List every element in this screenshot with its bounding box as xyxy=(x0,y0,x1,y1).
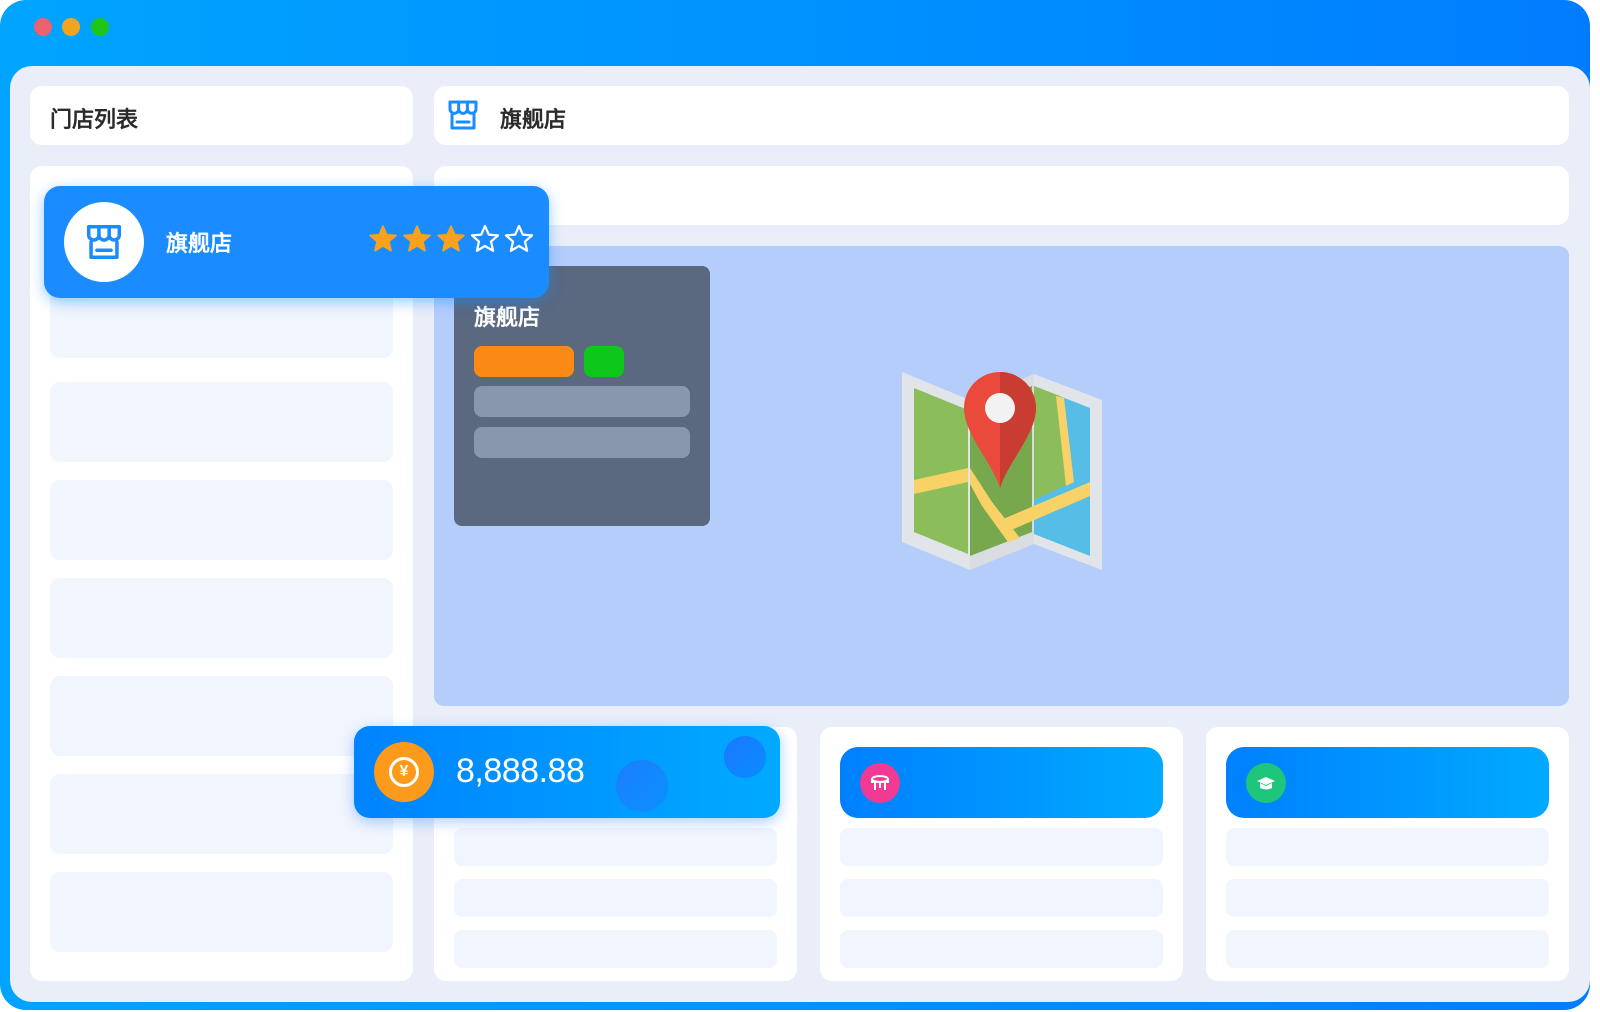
star-filled-icon[interactable] xyxy=(402,224,432,254)
list-item[interactable] xyxy=(50,774,393,854)
list-item xyxy=(840,828,1163,866)
selected-store-name: 旗舰店 xyxy=(166,232,233,257)
list-item xyxy=(840,930,1163,968)
list-item[interactable] xyxy=(50,480,393,560)
info-line-placeholder xyxy=(474,427,690,458)
store-icon xyxy=(446,98,480,137)
table-icon xyxy=(860,763,900,803)
star-empty-icon[interactable] xyxy=(504,224,534,254)
staff-header[interactable] xyxy=(1226,747,1549,818)
chef-hat-icon xyxy=(1246,763,1286,803)
info-line-placeholder xyxy=(474,386,690,417)
app-window: 门店列表 旗舰店 旗舰店 xyxy=(0,0,1590,1010)
list-item xyxy=(454,879,777,917)
list-item[interactable] xyxy=(50,578,393,658)
popup-title: 旗舰店 xyxy=(474,306,541,331)
list-item xyxy=(454,930,777,968)
list-item xyxy=(1226,930,1549,968)
store-detail-header: 旗舰店 xyxy=(434,86,1569,145)
selected-store-card[interactable]: 旗舰店 xyxy=(44,186,549,298)
detail-toolbar xyxy=(434,166,1569,225)
stats-panel-staff xyxy=(1206,727,1569,981)
store-detail-title: 旗舰店 xyxy=(500,108,567,133)
revenue-card[interactable]: ¥ 8,888.88 xyxy=(354,726,780,818)
star-filled-icon[interactable] xyxy=(436,224,466,254)
yuan-coin-icon: ¥ xyxy=(374,742,434,802)
list-item[interactable] xyxy=(50,676,393,756)
maximize-window-button[interactable] xyxy=(91,18,109,36)
star-filled-icon[interactable] xyxy=(368,224,398,254)
decorative-bubble xyxy=(724,736,766,778)
store-rating xyxy=(368,224,534,254)
stats-panel-tables xyxy=(820,727,1183,981)
minimize-window-button[interactable] xyxy=(62,18,80,36)
map-pin-icon xyxy=(902,372,1102,570)
list-item[interactable] xyxy=(50,872,393,952)
list-item xyxy=(1226,828,1549,866)
status-tag xyxy=(584,346,624,377)
decorative-bubble xyxy=(616,760,668,812)
tables-header[interactable] xyxy=(840,747,1163,818)
star-empty-icon[interactable] xyxy=(470,224,500,254)
store-list-header: 门店列表 xyxy=(30,86,413,145)
close-window-button[interactable] xyxy=(34,18,52,36)
list-item xyxy=(1226,879,1549,917)
store-info-popup: 旗舰店 xyxy=(454,266,710,526)
list-item xyxy=(454,828,777,866)
store-avatar xyxy=(64,202,144,282)
revenue-value: 8,888.88 xyxy=(456,752,585,790)
store-list-title: 门店列表 xyxy=(50,108,139,133)
list-item xyxy=(840,879,1163,917)
status-tag xyxy=(474,346,574,377)
store-icon xyxy=(86,224,122,260)
list-item[interactable] xyxy=(50,382,393,462)
